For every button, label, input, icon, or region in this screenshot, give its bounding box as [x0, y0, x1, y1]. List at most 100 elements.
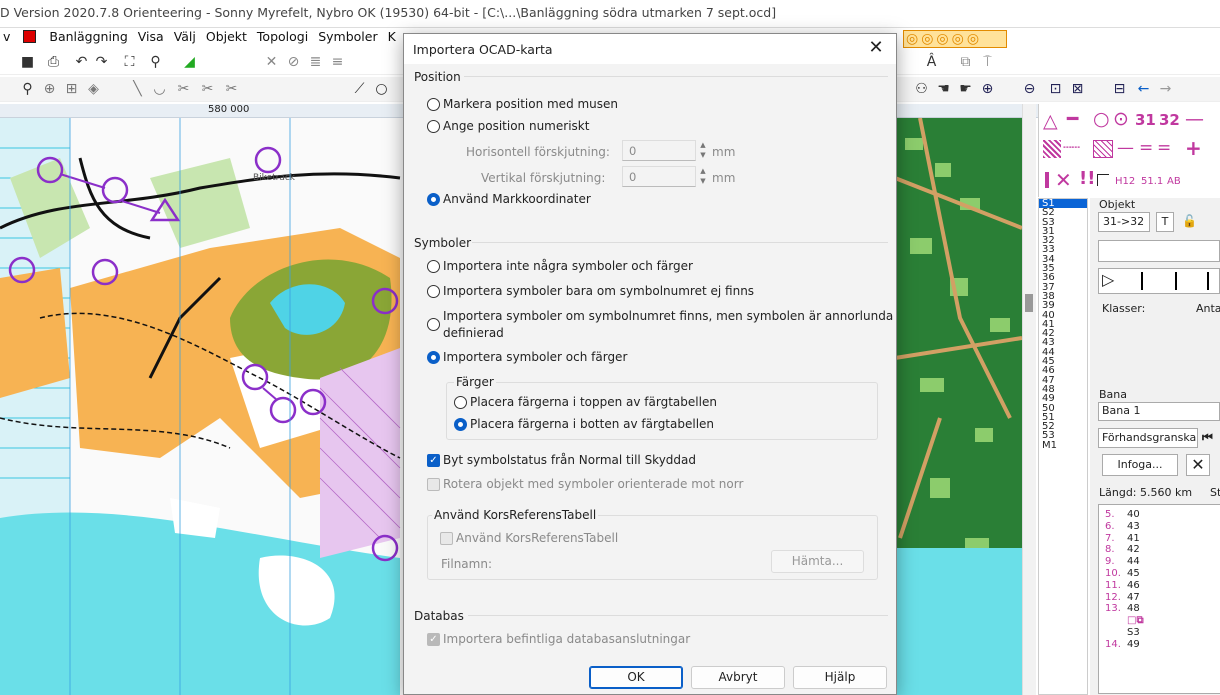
leg-row[interactable]: 14. 49 — [1105, 639, 1220, 651]
h12-label[interactable]: H12 — [1115, 176, 1135, 187]
double-line2-icon[interactable]: = — [1157, 138, 1171, 158]
line-icon[interactable]: ╲ — [128, 80, 147, 99]
menu-item-more[interactable]: K — [385, 28, 399, 45]
forbidden-area-icon[interactable] — [1043, 140, 1061, 158]
radio-no-symbols[interactable] — [427, 260, 440, 273]
opt-coords-label[interactable]: Använd Markkoordinater — [443, 192, 591, 206]
code-list-item[interactable]: M1 — [1042, 440, 1087, 450]
opt-all-label[interactable]: Importera symboler och färger — [443, 350, 627, 364]
control-circle-icon[interactable]: ○ — [1093, 108, 1110, 130]
menu-item-topology[interactable]: Topologi — [254, 28, 311, 45]
scroll-thumb[interactable] — [1025, 294, 1033, 312]
horizontal-spin[interactable]: ▲ ▼ — [698, 140, 708, 161]
leg-field[interactable]: 31->32 — [1098, 212, 1150, 232]
radio-mouse-position[interactable] — [427, 98, 440, 111]
close-icon[interactable]: ✕ — [856, 34, 896, 64]
leg-row[interactable]: 6. 43 — [1105, 521, 1220, 533]
course-leg-list[interactable]: 5. 40 6. 43 7. 41 8. 42 9. 44 10. 45 11. 46 12. 47 13. 48… — [1098, 504, 1220, 694]
radio-use-coordinates[interactable] — [427, 193, 440, 206]
opt-diff-label-2[interactable]: definierad — [443, 326, 504, 340]
node3-icon[interactable]: ◈ — [84, 80, 103, 99]
cut-icon[interactable]: ✂ — [174, 80, 193, 99]
code-32-label[interactable]: 32 — [1159, 111, 1180, 129]
menu-item-0[interactable]: v — [0, 28, 13, 45]
menu-item-courses[interactable]: Banläggning — [46, 28, 130, 45]
dotted-line-icon[interactable]: ┄┄ — [1063, 140, 1080, 156]
target-icon[interactable]: ⊙ — [1113, 108, 1129, 130]
text-tool-icon[interactable]: Â — [922, 53, 941, 72]
shape-icon[interactable]: ⧉ — [956, 53, 975, 72]
opt-bottom-label[interactable]: Placera färgerna i botten av färgtabelle… — [470, 417, 714, 431]
chk-rotate-label[interactable]: Rotera objekt med symboler orienterade m… — [443, 477, 743, 491]
start-triangle-icon[interactable]: △ — [1043, 110, 1058, 132]
cancel-button[interactable]: Avbryt — [691, 666, 785, 689]
leg-row[interactable]: 12. 47 — [1105, 592, 1220, 604]
radio-colors-top[interactable] — [454, 396, 467, 409]
binoculars-icon[interactable]: ⚇ — [912, 80, 931, 99]
help-button[interactable]: Hjälp — [793, 666, 887, 689]
zoom-in-icon[interactable]: ⊕ — [978, 80, 997, 99]
radio-all-symbols[interactable] — [427, 351, 440, 364]
ab-label[interactable]: AB — [1167, 176, 1181, 187]
marker-icon[interactable]: ⚲ — [146, 53, 165, 72]
forward-arrow-icon[interactable]: → — [1156, 80, 1175, 99]
delete-icon[interactable]: ✕ — [262, 53, 281, 72]
checkbox-protected[interactable]: ✓ — [427, 454, 440, 467]
cut3-icon[interactable]: ✂ — [222, 80, 241, 99]
back-arrow-icon[interactable]: ← — [1134, 80, 1153, 99]
radio-colors-bottom[interactable] — [454, 418, 467, 431]
curve-icon[interactable]: ◡ — [150, 80, 169, 99]
leg-row[interactable]: 5. 40 — [1105, 509, 1220, 521]
node2-icon[interactable]: ⊞ — [62, 80, 81, 99]
color-icon[interactable]: ◢ — [180, 53, 199, 72]
toolbar-status-icons[interactable]: ◎◎◎◎◎ — [903, 30, 1007, 48]
opt-mouse-label[interactable]: Markera position med musen — [443, 97, 618, 111]
red-flag-icon[interactable] — [23, 30, 37, 43]
zoom-window-icon[interactable]: ⊡ — [1046, 80, 1065, 99]
first-aid-icon[interactable]: + — [1185, 136, 1202, 160]
bar-icon[interactable] — [1045, 172, 1049, 188]
description-field[interactable] — [1098, 240, 1220, 262]
exclamation-icon[interactable]: !! — [1079, 168, 1095, 189]
leg-row[interactable]: 7. 41 — [1105, 533, 1220, 545]
chk-crossref-label[interactable]: Använd KorsReferensTabell — [456, 531, 618, 545]
radio-numeric-position[interactable] — [427, 120, 440, 133]
pen-icon[interactable]: ⟋ — [350, 80, 369, 99]
chk-database-label[interactable]: Importera befintliga databasanslutningar — [443, 632, 690, 646]
menu-item-select[interactable]: Välj — [171, 28, 199, 45]
leg-row[interactable]: 11. 46 — [1105, 580, 1220, 592]
border-icon[interactable]: — — [1117, 138, 1134, 158]
course-select[interactable]: Bana 1 — [1098, 402, 1220, 421]
opt-diff-label-1[interactable]: Importera symboler om symbolnumret finns… — [443, 309, 893, 323]
leg-row[interactable]: 10. 45 — [1105, 568, 1220, 580]
print-icon[interactable]: ⎙ — [44, 53, 63, 72]
save-icon[interactable]: ■ — [18, 53, 37, 72]
forbidden-box-icon[interactable] — [1093, 140, 1113, 158]
text-button[interactable]: T — [1156, 212, 1174, 232]
vertical-scrollbar[interactable] — [1022, 104, 1036, 695]
horizontal-offset-field[interactable]: 0 — [622, 140, 696, 161]
opt-top-label[interactable]: Placera färgerna i toppen av färgtabelle… — [470, 395, 717, 409]
check-icon[interactable]: ⊘ — [284, 53, 303, 72]
undo-icon[interactable]: ↶ — [72, 53, 91, 72]
fetch-button[interactable]: Hämta... — [771, 550, 864, 573]
align-icon[interactable]: ≣ — [306, 53, 325, 72]
insert-button[interactable]: Infoga... — [1102, 454, 1178, 476]
code-31-label[interactable]: 31 — [1135, 111, 1156, 129]
leg-row[interactable]: 9. 44 — [1105, 556, 1220, 568]
line-icon-2[interactable]: — — [1185, 108, 1204, 130]
corner-icon[interactable] — [1097, 174, 1109, 186]
checkbox-crossref[interactable] — [440, 532, 453, 545]
menu-item-object[interactable]: Objekt — [203, 28, 250, 45]
chk-protected-label[interactable]: Byt symbolstatus från Normal till Skydda… — [443, 453, 696, 467]
leg-row[interactable]: 13. 48 — [1105, 603, 1220, 615]
cross-icon[interactable]: ✕ — [1055, 168, 1072, 192]
hand2-icon[interactable]: ☛ — [956, 80, 975, 99]
redo-icon[interactable]: ↷ — [92, 53, 111, 72]
align2-icon[interactable]: ≡ — [328, 53, 347, 72]
opt-numeric-label[interactable]: Ange position numeriskt — [443, 119, 589, 133]
51-1-label[interactable]: 51.1 — [1141, 176, 1163, 187]
double-line-icon[interactable]: = — [1139, 138, 1153, 158]
checkbox-rotate[interactable] — [427, 478, 440, 491]
menu-item-view[interactable]: Visa — [135, 28, 167, 45]
